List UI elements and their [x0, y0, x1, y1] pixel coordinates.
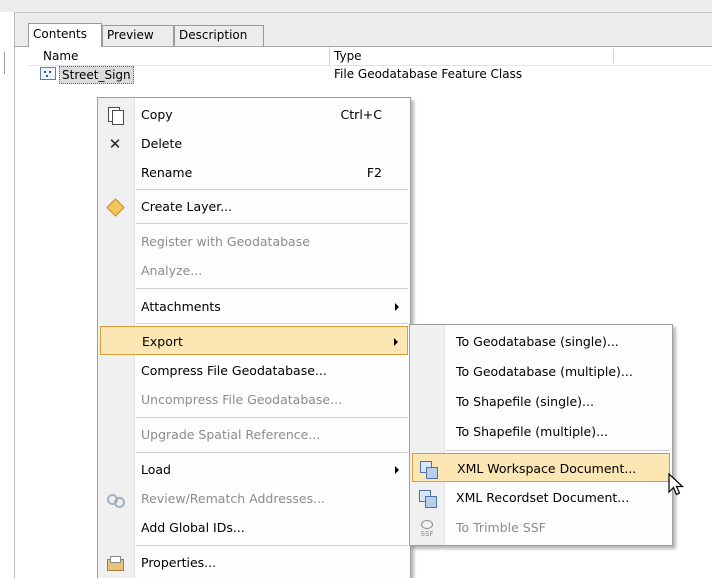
column-header-name[interactable]: Name [43, 47, 313, 65]
left-panel-edge [0, 12, 15, 578]
menu-item-label: To Geodatabase (single)... [456, 334, 619, 349]
point-feature-class-icon [40, 67, 56, 80]
menu-item-review-rematch-addresses[interactable]: Review/Rematch Addresses... [100, 484, 408, 513]
menu-item-label: XML Workspace Document... [457, 461, 637, 476]
trimble-ssf-icon-text: SSF [420, 530, 434, 538]
menu-item-create-layer[interactable]: Create Layer... [100, 192, 408, 221]
properties-icon [106, 554, 124, 572]
column-header-type[interactable]: Type [329, 47, 614, 65]
menu-item-register-with-geodatabase[interactable]: Register with Geodatabase [100, 227, 408, 256]
menu-item-properties[interactable]: Properties... [100, 548, 408, 577]
export-submenu: To Geodatabase (single)... To Geodatabas… [409, 324, 673, 546]
window-top-edge [0, 0, 712, 13]
submenu-item-to-geodatabase-single[interactable]: To Geodatabase (single)... [412, 327, 670, 356]
row-type-cell: File Geodatabase Feature Class [334, 67, 523, 81]
menu-item-add-global-ids[interactable]: Add Global IDs... [100, 513, 408, 542]
menu-item-rename[interactable]: Rename F2 [100, 158, 408, 187]
submenu-arrow-icon [394, 338, 398, 346]
menu-item-compress-file-geodatabase[interactable]: Compress File Geodatabase... [100, 356, 408, 385]
menu-separator [136, 545, 408, 546]
panel-splitter[interactable] [4, 52, 8, 74]
menu-separator [136, 323, 408, 324]
menu-item-label: Add Global IDs... [141, 520, 245, 535]
menu-item-label: To Shapefile (single)... [456, 394, 594, 409]
tab-bar: Contents Preview Description [15, 13, 712, 47]
menu-item-label: Delete [141, 136, 183, 151]
context-menu: Copy Ctrl+C ✕ Delete Rename F2 Create La… [97, 97, 411, 578]
xml-workspace-icon [419, 460, 438, 479]
submenu-arrow-icon [395, 303, 399, 311]
menu-separator [136, 223, 408, 224]
menu-item-label: Copy [141, 107, 173, 122]
menu-item-delete[interactable]: ✕ Delete [100, 129, 408, 158]
menu-item-upgrade-spatial-reference[interactable]: Upgrade Spatial Reference... [100, 420, 408, 449]
menu-item-label: Create Layer... [141, 199, 233, 214]
menu-item-label: Register with Geodatabase [141, 234, 310, 249]
submenu-item-xml-recordset-document[interactable]: XML Recordset Document... [412, 483, 670, 512]
table-row[interactable]: Street_Sign File Geodatabase Feature Cla… [29, 66, 712, 84]
tab-preview[interactable]: Preview [102, 25, 174, 46]
menu-item-label: Compress File Geodatabase... [141, 363, 327, 378]
submenu-item-to-shapefile-multiple[interactable]: To Shapefile (multiple)... [412, 417, 670, 446]
menu-item-label: Rename [141, 165, 193, 180]
menu-item-label: To Geodatabase (multiple)... [456, 364, 633, 379]
submenu-item-to-shapefile-single[interactable]: To Shapefile (single)... [412, 387, 670, 416]
copy-icon [106, 106, 124, 125]
submenu-item-to-trimble-ssf[interactable]: SSF To Trimble SSF [412, 513, 670, 542]
submenu-arrow-icon [395, 466, 399, 474]
tab-description[interactable]: Description [174, 25, 264, 46]
mouse-cursor-icon [668, 473, 685, 496]
submenu-item-to-geodatabase-multiple[interactable]: To Geodatabase (multiple)... [412, 357, 670, 386]
menu-separator [136, 452, 408, 453]
menu-item-label: Analyze... [141, 263, 203, 278]
row-name-cell[interactable]: Street_Sign [59, 66, 134, 84]
menu-separator [446, 450, 670, 451]
layer-icon [106, 198, 124, 216]
menu-item-label: Upgrade Spatial Reference... [141, 427, 321, 442]
menu-item-label: To Trimble SSF [456, 520, 546, 535]
menu-item-label: Attachments [141, 299, 221, 314]
menu-item-shortcut: Ctrl+C [340, 107, 382, 122]
menu-item-analyze[interactable]: Analyze... [100, 256, 408, 285]
delete-icon: ✕ [108, 135, 122, 153]
menu-item-shortcut: F2 [366, 165, 382, 180]
menu-item-label: Uncompress File Geodatabase... [141, 392, 343, 407]
menu-item-label: Properties... [141, 555, 217, 570]
menu-item-label: Review/Rematch Addresses... [141, 491, 326, 506]
menu-separator [136, 288, 408, 289]
menu-item-attachments[interactable]: Attachments [100, 292, 408, 321]
review-icon [106, 490, 125, 508]
trimble-ssf-icon: SSF [418, 519, 436, 538]
menu-separator [136, 189, 408, 190]
column-divider[interactable] [613, 49, 614, 63]
menu-item-label: Export [142, 334, 183, 349]
menu-item-uncompress-file-geodatabase[interactable]: Uncompress File Geodatabase... [100, 385, 408, 414]
menu-item-export[interactable]: Export [100, 326, 408, 355]
menu-item-label: XML Recordset Document... [456, 490, 630, 505]
submenu-item-xml-workspace-document[interactable]: XML Workspace Document... [412, 453, 670, 482]
tab-contents[interactable]: Contents [28, 23, 102, 47]
column-header: Name Type [29, 47, 712, 66]
menu-item-load[interactable]: Load [100, 455, 408, 484]
menu-separator [136, 417, 408, 418]
xml-recordset-icon [418, 489, 437, 508]
menu-item-label: Load [141, 462, 171, 477]
menu-item-label: To Shapefile (multiple)... [456, 424, 609, 439]
menu-item-copy[interactable]: Copy Ctrl+C [100, 100, 408, 129]
